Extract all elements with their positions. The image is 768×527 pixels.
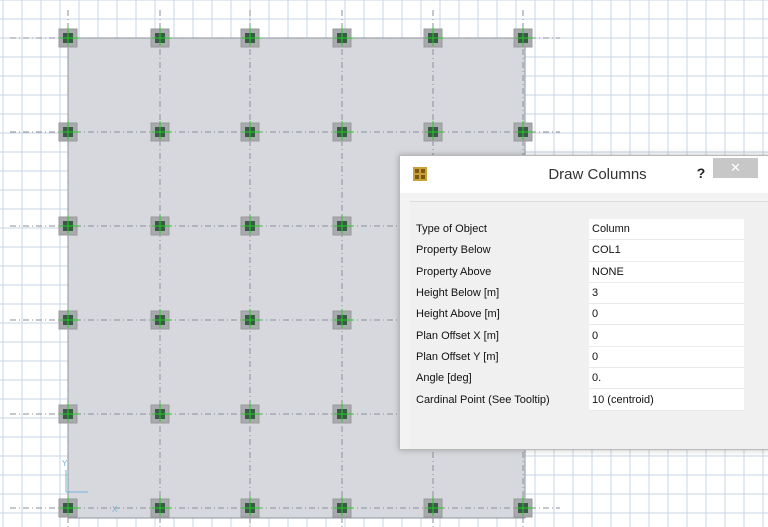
property-value-field[interactable]: 0	[589, 303, 744, 326]
svg-text:Y: Y	[62, 459, 68, 468]
column-marker[interactable]	[58, 121, 79, 142]
column-marker[interactable]	[150, 309, 171, 330]
column-marker[interactable]	[58, 215, 79, 236]
property-row[interactable]: Cardinal Point (See Tooltip) 10 (centroid…	[416, 388, 744, 411]
property-label: Height Below [m]	[416, 282, 589, 304]
property-row[interactable]: Height Below [m] 3	[416, 282, 744, 305]
dialog-titlebar[interactable]: Draw Columns ? ✕	[400, 156, 768, 193]
property-row[interactable]: Property Above NONE	[416, 261, 744, 283]
property-label: Property Below	[416, 239, 589, 262]
column-marker[interactable]	[332, 215, 353, 236]
property-label: Cardinal Point (See Tooltip)	[416, 388, 589, 411]
property-value-field[interactable]: 0.	[589, 367, 744, 390]
help-button[interactable]: ?	[689, 161, 713, 185]
column-marker[interactable]	[423, 121, 444, 142]
column-marker[interactable]	[332, 27, 353, 48]
column-marker[interactable]	[240, 27, 261, 48]
column-marker[interactable]	[58, 309, 79, 330]
column-marker[interactable]	[240, 215, 261, 236]
column-marker[interactable]	[240, 497, 261, 518]
property-row[interactable]: Plan Offset X [m] 0	[416, 324, 744, 347]
column-marker[interactable]	[150, 497, 171, 518]
column-marker[interactable]	[150, 403, 171, 424]
column-marker[interactable]	[240, 309, 261, 330]
svg-text:X: X	[112, 505, 118, 514]
property-row[interactable]: Property Below COL1	[416, 239, 744, 262]
property-value-field[interactable]: NONE	[589, 261, 744, 283]
property-row[interactable]: Plan Offset Y [m] 0	[416, 346, 744, 369]
column-marker[interactable]	[58, 27, 79, 48]
property-label: Type of Object	[416, 219, 589, 240]
draw-columns-dialog: Draw Columns ? ✕ Type of Object Column Pro…	[399, 155, 768, 450]
property-row[interactable]: Type of Object Column	[416, 219, 744, 241]
property-label: Angle [deg]	[416, 367, 589, 389]
column-marker[interactable]	[150, 121, 171, 142]
column-marker[interactable]	[332, 497, 353, 518]
property-label: Property Above	[416, 261, 589, 283]
column-marker[interactable]	[240, 403, 261, 424]
column-marker[interactable]	[332, 309, 353, 330]
property-value-field[interactable]: 0	[589, 346, 744, 369]
property-label: Plan Offset Y [m]	[416, 346, 589, 368]
properties-table: Type of Object Column Property Below COL1 Pr…	[416, 219, 744, 411]
close-button[interactable]: ✕	[713, 158, 758, 178]
column-marker[interactable]	[58, 497, 79, 518]
property-value-field[interactable]: 10 (centroid)	[589, 388, 744, 411]
column-marker[interactable]	[513, 497, 534, 518]
column-marker[interactable]	[58, 403, 79, 424]
property-value-field[interactable]: 0	[589, 324, 744, 347]
property-row[interactable]: Angle [deg] 0.	[416, 367, 744, 390]
column-marker[interactable]	[513, 121, 534, 142]
property-row[interactable]: Height Above [m] 0	[416, 303, 744, 326]
property-label: Plan Offset X [m]	[416, 324, 589, 347]
column-marker[interactable]	[332, 403, 353, 424]
column-marker[interactable]	[423, 497, 444, 518]
property-value-field[interactable]: COL1	[589, 239, 744, 262]
column-marker[interactable]	[332, 121, 353, 142]
column-marker[interactable]	[150, 27, 171, 48]
column-marker[interactable]	[423, 27, 444, 48]
property-value-field[interactable]: 3	[589, 282, 744, 305]
column-marker[interactable]	[240, 121, 261, 142]
column-marker[interactable]	[150, 215, 171, 236]
column-marker[interactable]	[513, 27, 534, 48]
property-value-field[interactable]: Column	[589, 219, 744, 241]
property-label: Height Above [m]	[416, 303, 589, 325]
